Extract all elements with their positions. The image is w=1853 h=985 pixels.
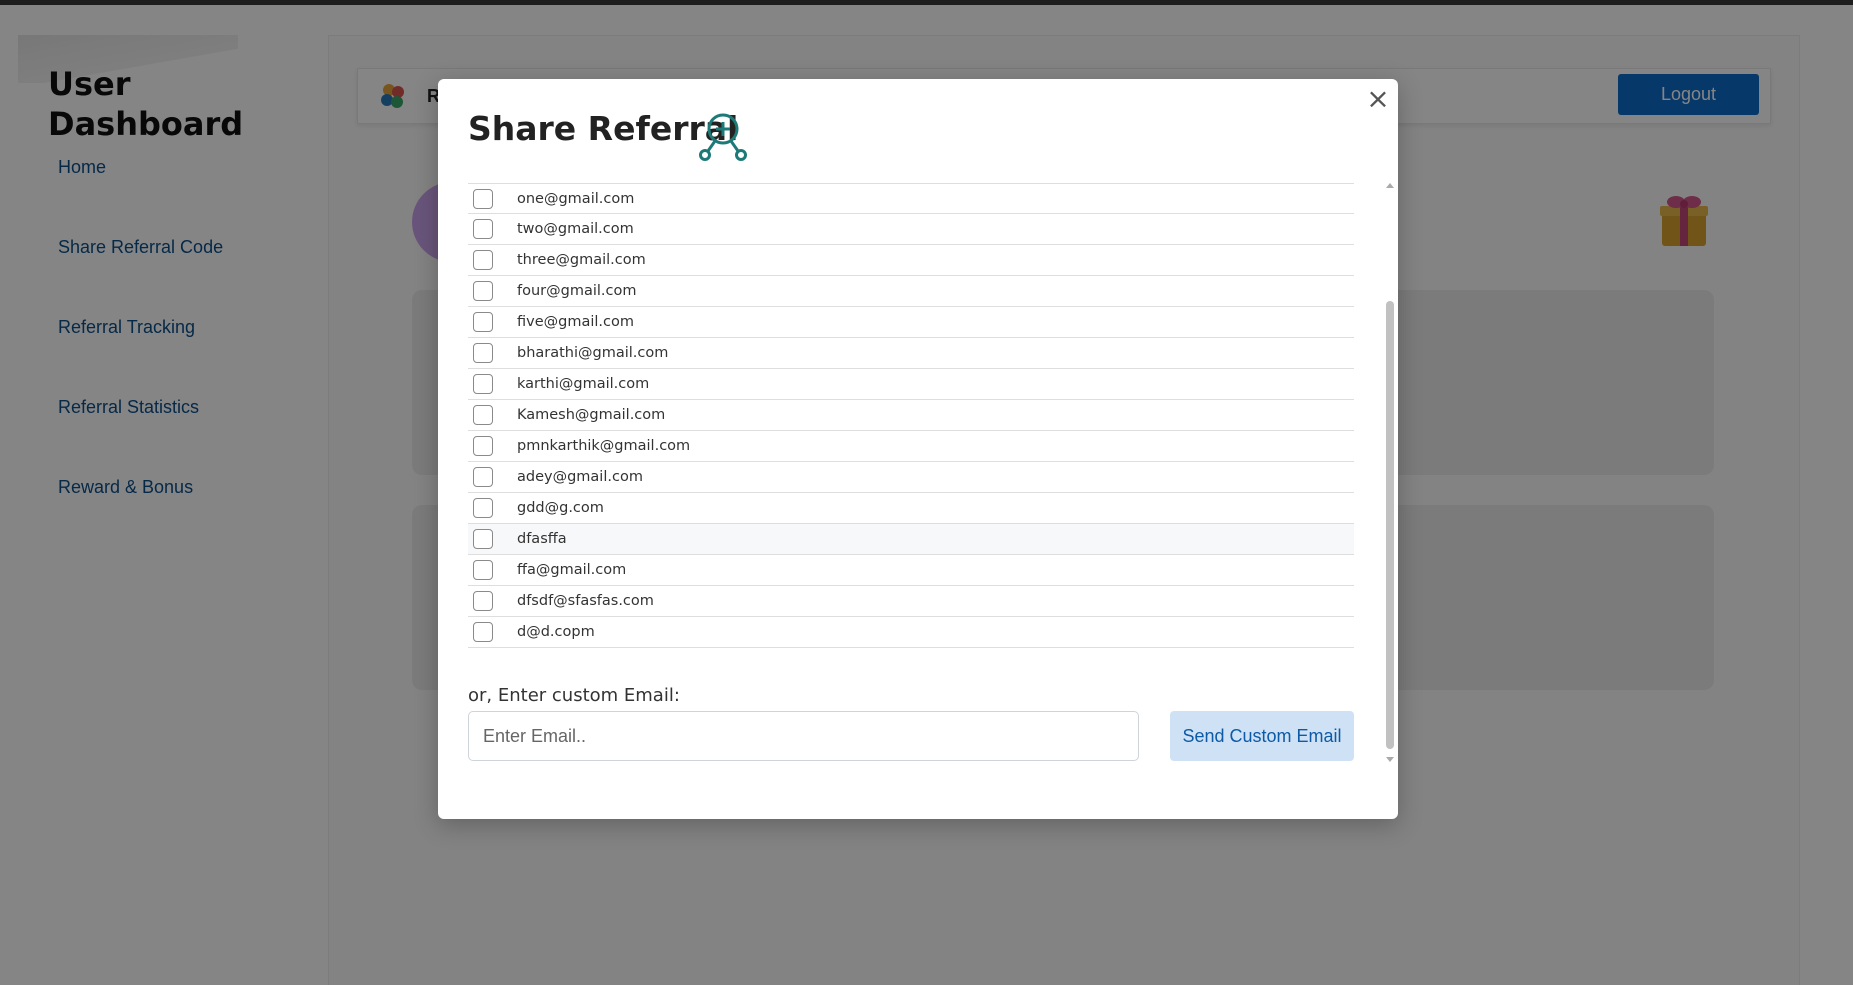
share-referral-modal: × Share Referral one@gmail.com two@gmail… — [438, 79, 1398, 819]
email-checkbox[interactable] — [473, 312, 493, 332]
email-label: dfsdf@sfasfas.com — [517, 593, 654, 609]
email-label: Kamesh@gmail.com — [517, 407, 666, 423]
email-label: ffa@gmail.com — [517, 562, 627, 578]
email-label: adey@gmail.com — [517, 469, 643, 485]
email-label: five@gmail.com — [517, 314, 634, 330]
modal-scrollbar[interactable] — [1384, 183, 1396, 763]
list-item[interactable]: one@gmail.com — [468, 183, 1354, 214]
email-checkbox[interactable] — [473, 591, 493, 611]
scroll-up-arrow-icon[interactable] — [1386, 183, 1394, 188]
email-label: karthi@gmail.com — [517, 376, 650, 392]
list-item[interactable]: two@gmail.com — [468, 214, 1354, 245]
email-label: bharathi@gmail.com — [517, 345, 669, 361]
list-item[interactable]: d@d.copm — [468, 617, 1354, 648]
scroll-down-arrow-icon[interactable] — [1386, 757, 1394, 762]
list-item[interactable]: five@gmail.com — [468, 307, 1354, 338]
share-referral-icon — [699, 113, 747, 161]
close-icon[interactable]: × — [1366, 85, 1390, 115]
list-item[interactable]: three@gmail.com — [468, 245, 1354, 276]
email-checkbox[interactable] — [473, 405, 493, 425]
email-checkbox[interactable] — [473, 219, 493, 239]
list-item[interactable]: gdd@g.com — [468, 493, 1354, 524]
email-label: gdd@g.com — [517, 500, 604, 516]
email-label: four@gmail.com — [517, 283, 637, 299]
list-item[interactable]: bharathi@gmail.com — [468, 338, 1354, 369]
email-checkbox[interactable] — [473, 529, 493, 549]
email-checkbox[interactable] — [473, 436, 493, 456]
email-checkbox[interactable] — [473, 250, 493, 270]
email-checkbox[interactable] — [473, 188, 493, 209]
email-checkbox[interactable] — [473, 560, 493, 580]
email-label: one@gmail.com — [517, 190, 635, 207]
list-item[interactable]: karthi@gmail.com — [468, 369, 1354, 400]
email-checkbox[interactable] — [473, 622, 493, 642]
scrollbar-thumb[interactable] — [1386, 301, 1394, 749]
list-item[interactable]: four@gmail.com — [468, 276, 1354, 307]
email-checkbox[interactable] — [473, 343, 493, 363]
email-checkbox[interactable] — [473, 374, 493, 394]
custom-email-label: or, Enter custom Email: — [468, 685, 680, 706]
email-label: two@gmail.com — [517, 221, 634, 237]
list-item[interactable]: adey@gmail.com — [468, 462, 1354, 493]
email-checkbox[interactable] — [473, 498, 493, 518]
custom-email-input[interactable] — [468, 711, 1139, 761]
list-item[interactable]: ffa@gmail.com — [468, 555, 1354, 586]
email-label: dfasffa — [517, 531, 567, 547]
email-label: three@gmail.com — [517, 252, 646, 268]
email-label: pmnkarthik@gmail.com — [517, 438, 691, 454]
list-item[interactable]: pmnkarthik@gmail.com — [468, 431, 1354, 462]
list-item[interactable]: dfasffa — [468, 524, 1354, 555]
email-list[interactable]: one@gmail.com two@gmail.com three@gmail.… — [468, 183, 1354, 650]
list-item[interactable]: Kamesh@gmail.com — [468, 400, 1354, 431]
email-checkbox[interactable] — [473, 467, 493, 487]
list-item[interactable]: dfsdf@sfasfas.com — [468, 586, 1354, 617]
email-checkbox[interactable] — [473, 281, 493, 301]
email-label: d@d.copm — [517, 624, 595, 640]
send-custom-email-button[interactable]: Send Custom Email — [1170, 711, 1354, 761]
